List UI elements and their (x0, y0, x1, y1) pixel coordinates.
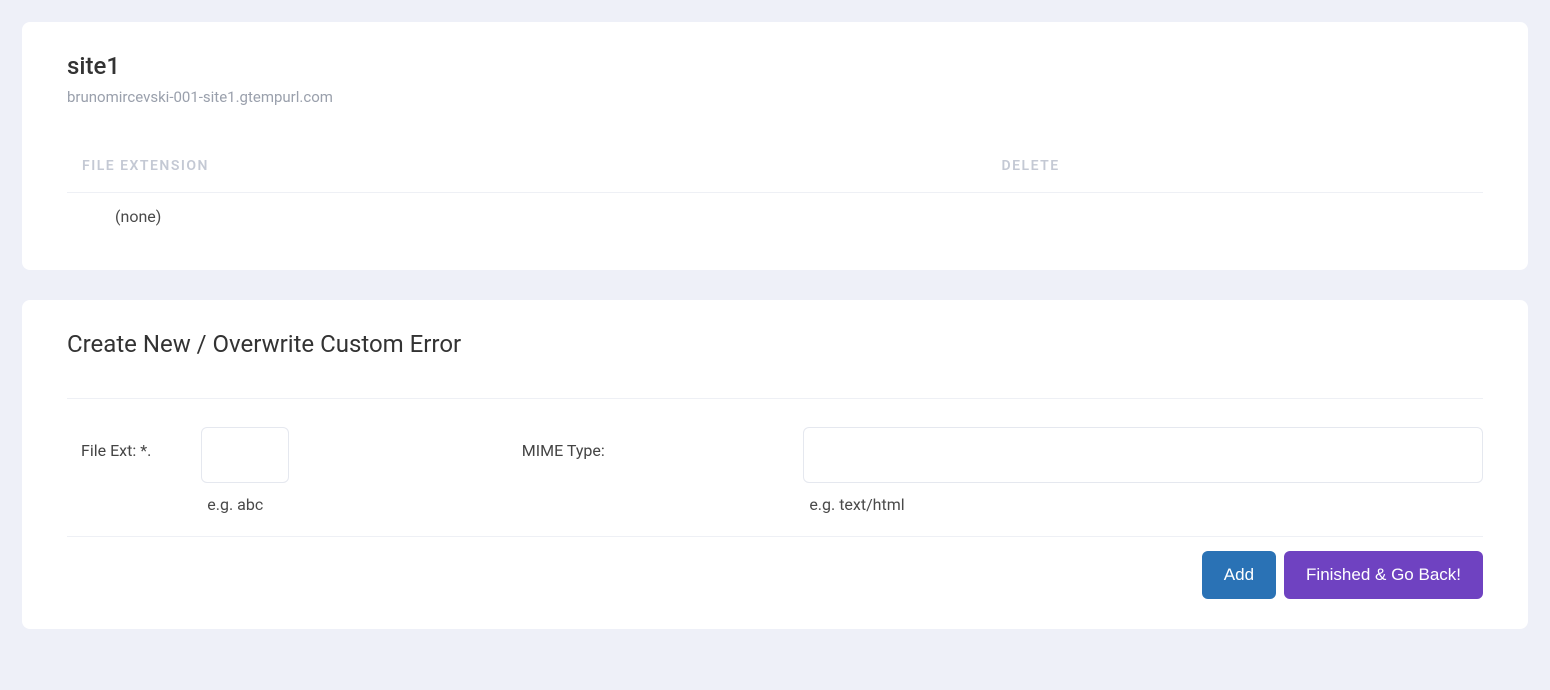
mime-type-input[interactable] (803, 427, 1483, 483)
add-button[interactable]: Add (1202, 551, 1276, 599)
table-row: (none) (67, 193, 1483, 240)
site-title: site1 (67, 52, 1483, 80)
table-header-row: FILE EXTENSION DELETE (67, 146, 1483, 193)
td-file-extension: (none) (67, 207, 161, 226)
site-card: site1 brunomircevski-001-site1.gtempurl.… (22, 22, 1528, 270)
section-title: Create New / Overwrite Custom Error (67, 330, 1483, 358)
file-ext-hint: e.g. abc (201, 495, 289, 514)
mime-type-label-col: MIME Type: (492, 427, 804, 460)
mime-type-hint: e.g. text/html (803, 495, 1483, 514)
site-url: brunomircevski-001-site1.gtempurl.com (67, 88, 1483, 106)
file-ext-group: File Ext: *. e.g. abc (67, 427, 492, 514)
create-form-card: Create New / Overwrite Custom Error File… (22, 300, 1528, 629)
mime-type-label: MIME Type: (522, 441, 804, 460)
file-ext-input-wrap: e.g. abc (201, 427, 289, 514)
mime-type-input-wrap: e.g. text/html (803, 427, 1483, 514)
th-file-extension: FILE EXTENSION (67, 158, 1002, 174)
button-row: Add Finished & Go Back! (67, 551, 1483, 599)
file-ext-input[interactable] (201, 427, 289, 483)
finished-button[interactable]: Finished & Go Back! (1284, 551, 1483, 599)
th-delete: DELETE (1002, 158, 1483, 174)
file-ext-label: File Ext: *. (67, 427, 151, 460)
form-row: File Ext: *. e.g. abc MIME Type: e.g. te… (67, 427, 1483, 537)
form-body: File Ext: *. e.g. abc MIME Type: e.g. te… (67, 398, 1483, 599)
